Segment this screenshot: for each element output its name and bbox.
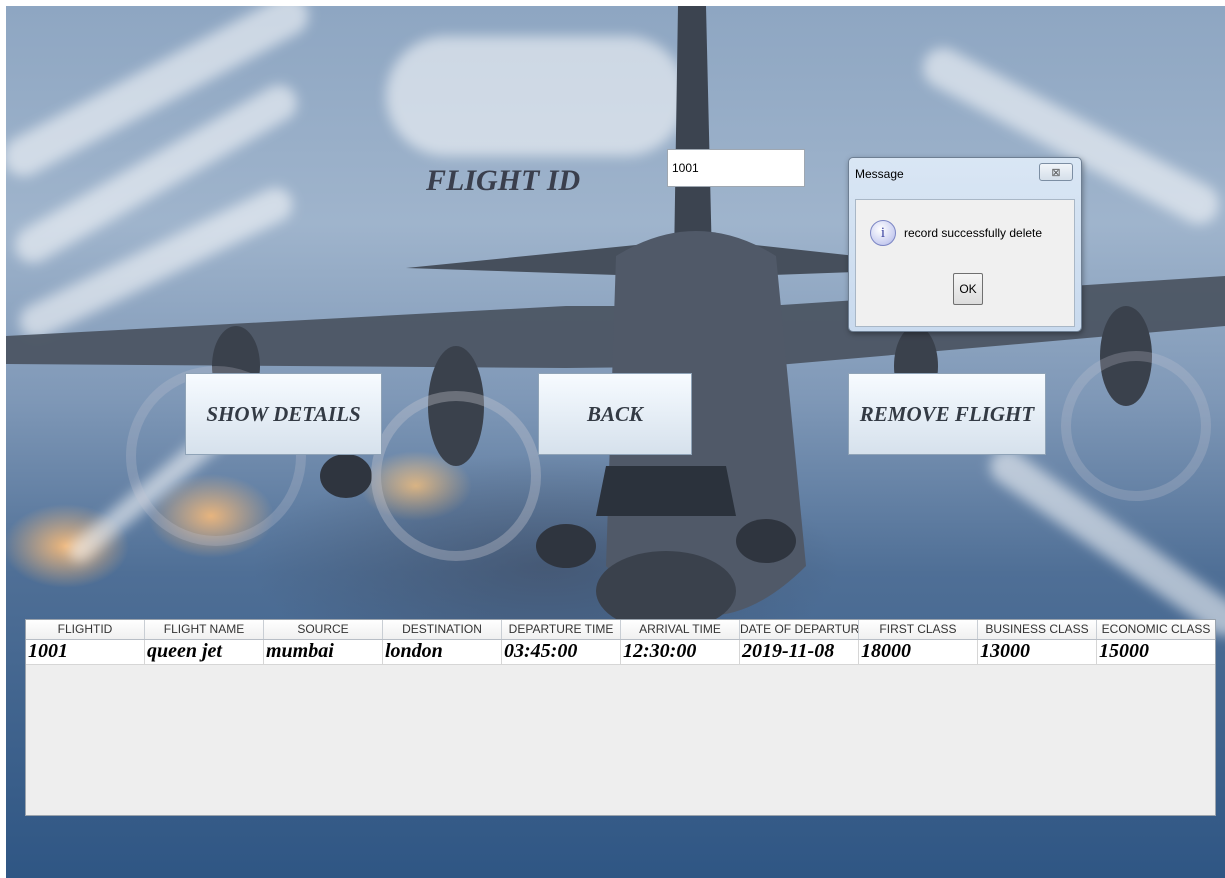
cell-flight-name[interactable]: queen jet <box>145 640 264 664</box>
column-header-date-of-departure[interactable]: DATE OF DEPARTURE <box>740 620 859 639</box>
info-icon: i <box>870 220 896 246</box>
remove-flight-button[interactable]: REMOVE FLIGHT <box>848 373 1046 455</box>
app-window: FLIGHT ID SHOW DETAILS BACK REMOVE FLIGH… <box>6 6 1225 878</box>
column-header-economic-class[interactable]: ECONOMIC CLASS <box>1097 620 1215 639</box>
cell-date-of-departure[interactable]: 2019-11-08 <box>740 640 859 664</box>
column-header-flight-name[interactable]: FLIGHT NAME <box>145 620 264 639</box>
back-button[interactable]: BACK <box>538 373 692 455</box>
flight-id-label: FLIGHT ID <box>426 164 581 197</box>
column-header-business-class[interactable]: BUSINESS CLASS <box>978 620 1097 639</box>
column-header-flightid[interactable]: FLIGHTID <box>26 620 145 639</box>
ok-button[interactable]: OK <box>953 273 983 305</box>
column-header-arrival-time[interactable]: ARRIVAL TIME <box>621 620 740 639</box>
column-header-first-class[interactable]: FIRST CLASS <box>859 620 978 639</box>
column-header-source[interactable]: SOURCE <box>264 620 383 639</box>
flight-id-input[interactable] <box>667 149 805 187</box>
message-dialog: Message ⊠ i record successfully delete O… <box>848 157 1082 332</box>
show-details-button[interactable]: SHOW DETAILS <box>185 373 382 455</box>
cell-flightid[interactable]: 1001 <box>26 640 145 664</box>
cell-economic-class[interactable]: 15000 <box>1097 640 1215 664</box>
column-header-departure-time[interactable]: DEPARTURE TIME <box>502 620 621 639</box>
dialog-body: i record successfully delete OK <box>855 199 1075 327</box>
dialog-message: record successfully delete <box>904 226 1043 240</box>
cell-departure-time[interactable]: 03:45:00 <box>502 640 621 664</box>
cell-first-class[interactable]: 18000 <box>859 640 978 664</box>
cell-destination[interactable]: london <box>383 640 502 664</box>
close-icon[interactable]: ⊠ <box>1039 163 1073 181</box>
cell-business-class[interactable]: 13000 <box>978 640 1097 664</box>
table-header: FLIGHTID FLIGHT NAME SOURCE DESTINATION … <box>26 620 1215 640</box>
dialog-title: Message <box>855 167 904 181</box>
cell-source[interactable]: mumbai <box>264 640 383 664</box>
table-row[interactable]: 1001 queen jet mumbai london 03:45:00 12… <box>26 640 1215 665</box>
flight-table[interactable]: FLIGHTID FLIGHT NAME SOURCE DESTINATION … <box>25 619 1216 816</box>
cell-arrival-time[interactable]: 12:30:00 <box>621 640 740 664</box>
column-header-destination[interactable]: DESTINATION <box>383 620 502 639</box>
